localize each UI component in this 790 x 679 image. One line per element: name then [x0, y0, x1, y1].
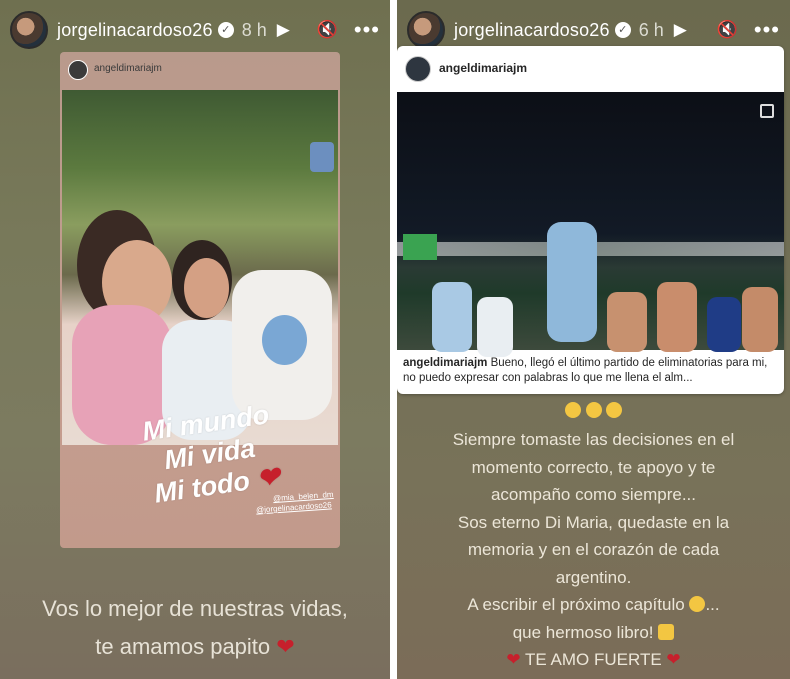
avatar[interactable] — [10, 11, 48, 49]
red-heart-icon: ❤ — [666, 650, 681, 669]
carousel-icon — [760, 104, 774, 118]
play-icon[interactable]: ▶ — [674, 20, 687, 40]
raised-hands-icon — [658, 623, 675, 640]
selfie-photo — [62, 90, 338, 445]
red-heart-icon: ❤ — [276, 634, 295, 659]
caption-line-1: Vos lo mejor de nuestras vidas, — [42, 596, 348, 621]
post-caption: angeldimariajm Bueno, llegó el último pa… — [403, 357, 768, 384]
verified-badge-icon: ✓ — [614, 22, 631, 38]
red-heart-icon: ❤ — [506, 650, 521, 669]
username[interactable]: jorgelinacardoso26 — [454, 20, 610, 41]
avatar[interactable] — [407, 11, 445, 49]
timestamp: 6 h — [638, 19, 664, 40]
mute-icon[interactable]: 🔇 — [717, 20, 738, 40]
message-text: Siempre tomaste las decisiones en el mom… — [452, 430, 735, 669]
red-heart-icon: ❤ — [254, 461, 282, 495]
story-header: jorgelinacardoso26 ✓ 8 h ▶ 🔇 ••• — [10, 10, 380, 50]
more-icon[interactable]: ••• — [754, 17, 780, 43]
emoji-row — [397, 397, 790, 425]
username[interactable]: jorgelinacardoso26 — [57, 20, 213, 41]
more-icon[interactable]: ••• — [354, 17, 380, 43]
story-right: jorgelinacardoso26 ✓ 6 h ▶ 🔇 ••• angeldi… — [397, 0, 790, 679]
card-username: angeldimariajm — [439, 61, 528, 75]
card-username: angeldimariajm — [94, 63, 162, 74]
timestamp: 8 h — [241, 19, 267, 40]
stadium-photo — [397, 92, 784, 357]
mute-icon[interactable]: 🔇 — [317, 20, 338, 40]
story-header: jorgelinacardoso26 ✓ 6 h ▶ 🔇 ••• — [407, 10, 780, 50]
story-left: jorgelinacardoso26 ✓ 8 h ▶ 🔇 ••• angeldi… — [0, 0, 390, 679]
caption-line-2: te amamos papito ❤ — [95, 634, 295, 659]
shared-story-card[interactable]: angeldimariajm Mi mundo Mi vida Mi todo … — [60, 52, 340, 548]
play-icon[interactable]: ▶ — [277, 20, 290, 40]
card-avatar — [405, 56, 431, 82]
verified-badge-icon: ✓ — [217, 22, 234, 38]
shared-post-card[interactable]: angeldimariajm angeldimariajm Bueno, lle… — [397, 46, 784, 394]
mention-tag-2[interactable]: @jorgelinacardoso26 — [256, 500, 332, 514]
card-avatar — [68, 60, 88, 80]
smirk-emoji-icon — [689, 596, 706, 612]
